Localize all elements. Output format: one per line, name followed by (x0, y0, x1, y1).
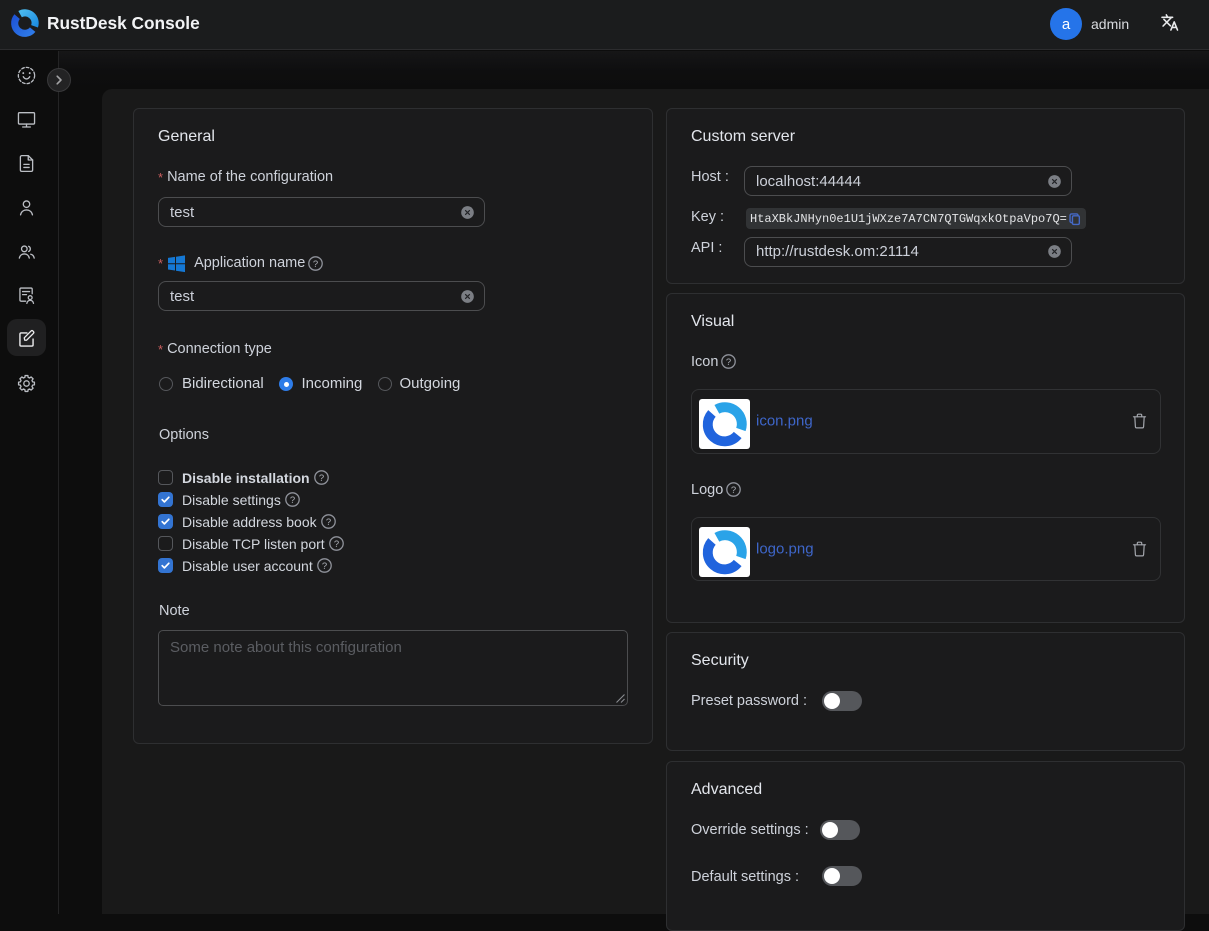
svg-text:?: ? (290, 495, 295, 506)
svg-text:?: ? (731, 485, 736, 496)
svg-text:?: ? (334, 539, 339, 550)
svg-text:?: ? (318, 473, 323, 484)
svg-text:?: ? (726, 357, 731, 368)
svg-text:?: ? (322, 561, 327, 572)
svg-text:?: ? (313, 258, 318, 269)
svg-text:?: ? (325, 517, 330, 528)
